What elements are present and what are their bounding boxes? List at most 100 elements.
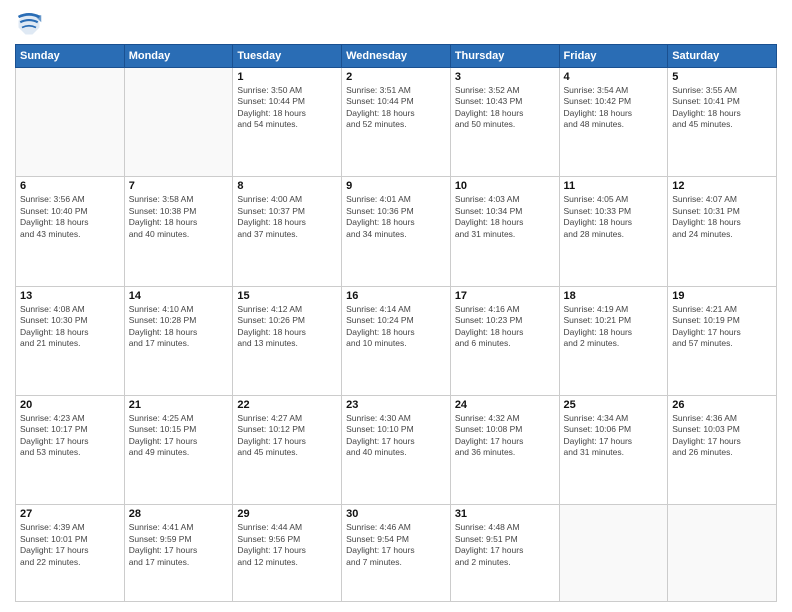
calendar-cell	[124, 68, 233, 177]
day-info: Sunrise: 4:03 AMSunset: 10:34 PMDaylight…	[455, 194, 555, 240]
day-number: 22	[237, 399, 337, 411]
day-info: Sunrise: 4:00 AMSunset: 10:37 PMDaylight…	[237, 194, 337, 240]
day-number: 16	[346, 290, 446, 302]
day-info: Sunrise: 3:51 AMSunset: 10:44 PMDaylight…	[346, 85, 446, 131]
day-number: 11	[564, 180, 664, 192]
day-info: Sunrise: 4:16 AMSunset: 10:23 PMDaylight…	[455, 304, 555, 350]
day-info: Sunrise: 4:10 AMSunset: 10:28 PMDaylight…	[129, 304, 229, 350]
day-info: Sunrise: 4:32 AMSunset: 10:08 PMDaylight…	[455, 413, 555, 459]
day-info: Sunrise: 4:25 AMSunset: 10:15 PMDaylight…	[129, 413, 229, 459]
calendar-cell: 15Sunrise: 4:12 AMSunset: 10:26 PMDaylig…	[233, 286, 342, 395]
day-info: Sunrise: 4:44 AMSunset: 9:56 PMDaylight:…	[237, 522, 337, 568]
day-info: Sunrise: 4:12 AMSunset: 10:26 PMDaylight…	[237, 304, 337, 350]
calendar-cell	[668, 505, 777, 602]
day-info: Sunrise: 4:27 AMSunset: 10:12 PMDaylight…	[237, 413, 337, 459]
day-number: 31	[455, 508, 555, 520]
calendar-week-4: 20 Sunrise: 4:23 AMSunset: 10:17 PMDaylig…	[16, 395, 777, 504]
day-number: 10	[455, 180, 555, 192]
calendar-cell: 14 Sunrise: 4:10 AMSunset: 10:28 PMDaylig…	[124, 286, 233, 395]
day-number: 6	[20, 180, 120, 192]
day-number: 9	[346, 180, 446, 192]
calendar-cell: 31 Sunrise: 4:48 AMSunset: 9:51 PMDayligh…	[450, 505, 559, 602]
day-info: Sunrise: 4:46 AMSunset: 9:54 PMDaylight:…	[346, 522, 446, 568]
calendar-cell: 12 Sunrise: 4:07 AMSunset: 10:31 PMDaylig…	[668, 177, 777, 286]
calendar-cell: 8 Sunrise: 4:00 AMSunset: 10:37 PMDayligh…	[233, 177, 342, 286]
header	[15, 10, 777, 38]
day-info: Sunrise: 3:55 AMSunset: 10:41 PMDaylight…	[672, 85, 772, 131]
day-number: 18	[564, 290, 664, 302]
day-info: Sunrise: 4:01 AMSunset: 10:36 PMDaylight…	[346, 194, 446, 240]
weekday-header-sunday: Sunday	[16, 45, 125, 68]
day-number: 17	[455, 290, 555, 302]
day-info: Sunrise: 4:05 AMSunset: 10:33 PMDaylight…	[564, 194, 664, 240]
day-number: 29	[237, 508, 337, 520]
calendar-table: SundayMondayTuesdayWednesdayThursdayFrid…	[15, 44, 777, 602]
calendar-cell: 11 Sunrise: 4:05 AMSunset: 10:33 PMDaylig…	[559, 177, 668, 286]
weekday-header-friday: Friday	[559, 45, 668, 68]
calendar-week-1: 1Sunrise: 3:50 AMSunset: 10:44 PMDayligh…	[16, 68, 777, 177]
day-info: Sunrise: 4:14 AMSunset: 10:24 PMDaylight…	[346, 304, 446, 350]
day-info: Sunrise: 4:36 AMSunset: 10:03 PMDaylight…	[672, 413, 772, 459]
day-number: 12	[672, 180, 772, 192]
calendar-cell: 21 Sunrise: 4:25 AMSunset: 10:15 PMDaylig…	[124, 395, 233, 504]
weekday-header-monday: Monday	[124, 45, 233, 68]
day-info: Sunrise: 4:48 AMSunset: 9:51 PMDaylight:…	[455, 522, 555, 568]
calendar-cell: 2Sunrise: 3:51 AMSunset: 10:44 PMDayligh…	[342, 68, 451, 177]
calendar-cell: 20 Sunrise: 4:23 AMSunset: 10:17 PMDaylig…	[16, 395, 125, 504]
calendar-cell: 5 Sunrise: 3:55 AMSunset: 10:41 PMDayligh…	[668, 68, 777, 177]
calendar-cell: 16 Sunrise: 4:14 AMSunset: 10:24 PMDaylig…	[342, 286, 451, 395]
day-info: Sunrise: 4:23 AMSunset: 10:17 PMDaylight…	[20, 413, 120, 459]
calendar-cell: 25 Sunrise: 4:34 AMSunset: 10:06 PMDaylig…	[559, 395, 668, 504]
day-info: Sunrise: 4:08 AMSunset: 10:30 PMDaylight…	[20, 304, 120, 350]
day-info: Sunrise: 4:34 AMSunset: 10:06 PMDaylight…	[564, 413, 664, 459]
calendar-week-3: 13 Sunrise: 4:08 AMSunset: 10:30 PMDaylig…	[16, 286, 777, 395]
day-number: 5	[672, 71, 772, 83]
day-number: 8	[237, 180, 337, 192]
day-info: Sunrise: 4:30 AMSunset: 10:10 PMDaylight…	[346, 413, 446, 459]
weekday-header-saturday: Saturday	[668, 45, 777, 68]
weekday-header-thursday: Thursday	[450, 45, 559, 68]
calendar-cell: 17 Sunrise: 4:16 AMSunset: 10:23 PMDaylig…	[450, 286, 559, 395]
day-number: 27	[20, 508, 120, 520]
calendar-cell: 18 Sunrise: 4:19 AMSunset: 10:21 PMDaylig…	[559, 286, 668, 395]
day-info: Sunrise: 4:21 AMSunset: 10:19 PMDaylight…	[672, 304, 772, 350]
day-number: 30	[346, 508, 446, 520]
day-number: 7	[129, 180, 229, 192]
day-info: Sunrise: 3:52 AMSunset: 10:43 PMDaylight…	[455, 85, 555, 131]
calendar-cell: 13 Sunrise: 4:08 AMSunset: 10:30 PMDaylig…	[16, 286, 125, 395]
day-number: 26	[672, 399, 772, 411]
day-number: 3	[455, 71, 555, 83]
calendar-cell: 4Sunrise: 3:54 AMSunset: 10:42 PMDayligh…	[559, 68, 668, 177]
day-info: Sunrise: 3:56 AMSunset: 10:40 PMDaylight…	[20, 194, 120, 240]
day-number: 25	[564, 399, 664, 411]
day-number: 20	[20, 399, 120, 411]
day-info: Sunrise: 4:39 AMSunset: 10:01 PMDaylight…	[20, 522, 120, 568]
calendar-cell: 30 Sunrise: 4:46 AMSunset: 9:54 PMDayligh…	[342, 505, 451, 602]
calendar-cell: 19 Sunrise: 4:21 AMSunset: 10:19 PMDaylig…	[668, 286, 777, 395]
day-number: 13	[20, 290, 120, 302]
day-number: 23	[346, 399, 446, 411]
calendar-cell: 27 Sunrise: 4:39 AMSunset: 10:01 PMDaylig…	[16, 505, 125, 602]
day-info: Sunrise: 3:54 AMSunset: 10:42 PMDaylight…	[564, 85, 664, 131]
calendar-cell: 10 Sunrise: 4:03 AMSunset: 10:34 PMDaylig…	[450, 177, 559, 286]
calendar-week-5: 27 Sunrise: 4:39 AMSunset: 10:01 PMDaylig…	[16, 505, 777, 602]
day-number: 14	[129, 290, 229, 302]
calendar-cell	[559, 505, 668, 602]
calendar-cell: 28Sunrise: 4:41 AMSunset: 9:59 PMDayligh…	[124, 505, 233, 602]
day-info: Sunrise: 4:07 AMSunset: 10:31 PMDaylight…	[672, 194, 772, 240]
calendar-cell	[16, 68, 125, 177]
logo-icon	[15, 10, 43, 38]
day-number: 19	[672, 290, 772, 302]
day-info: Sunrise: 3:50 AMSunset: 10:44 PMDaylight…	[237, 85, 337, 131]
calendar-cell: 24 Sunrise: 4:32 AMSunset: 10:08 PMDaylig…	[450, 395, 559, 504]
calendar-cell: 6 Sunrise: 3:56 AMSunset: 10:40 PMDayligh…	[16, 177, 125, 286]
day-number: 21	[129, 399, 229, 411]
logo	[15, 10, 47, 38]
calendar-week-2: 6 Sunrise: 3:56 AMSunset: 10:40 PMDayligh…	[16, 177, 777, 286]
calendar-cell: 26 Sunrise: 4:36 AMSunset: 10:03 PMDaylig…	[668, 395, 777, 504]
calendar-cell: 3 Sunrise: 3:52 AMSunset: 10:43 PMDayligh…	[450, 68, 559, 177]
day-number: 24	[455, 399, 555, 411]
calendar-cell: 9 Sunrise: 4:01 AMSunset: 10:36 PMDayligh…	[342, 177, 451, 286]
day-info: Sunrise: 4:19 AMSunset: 10:21 PMDaylight…	[564, 304, 664, 350]
calendar-cell: 1Sunrise: 3:50 AMSunset: 10:44 PMDayligh…	[233, 68, 342, 177]
